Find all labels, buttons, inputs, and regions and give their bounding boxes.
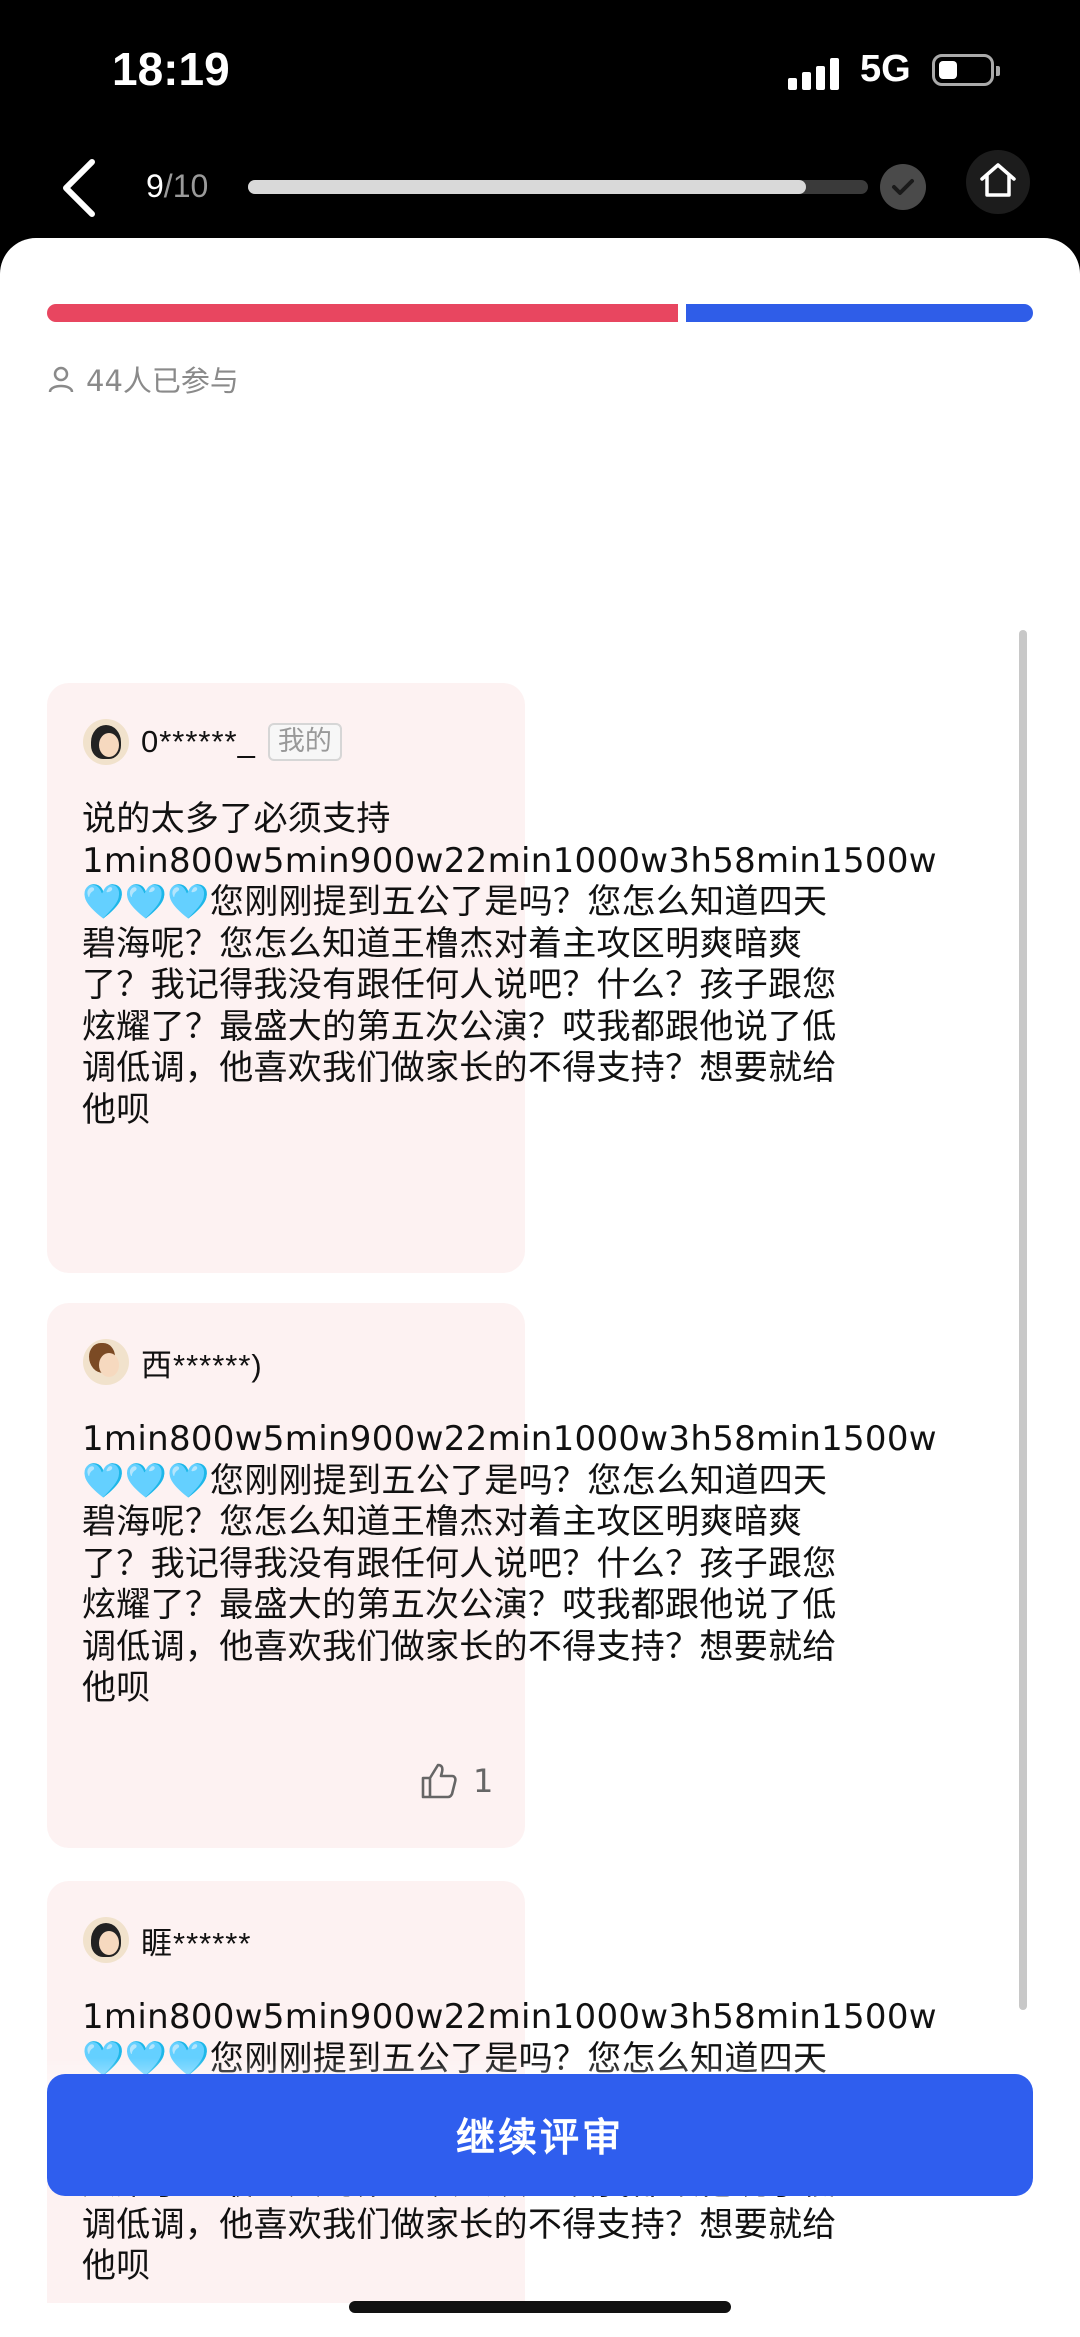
- like-button[interactable]: 1: [419, 1761, 493, 1801]
- network-type: 5G: [860, 48, 911, 90]
- continue-review-button[interactable]: 继续评审: [47, 2074, 1033, 2196]
- like-count: 1: [473, 1762, 494, 1800]
- comment-username: 0******_: [141, 724, 256, 759]
- comment-feed[interactable]: 0******_ 我的 说的太多了必须支持 1min800w5min900w22…: [0, 443, 1080, 2303]
- avatar[interactable]: [83, 719, 129, 765]
- progress-total: /10: [163, 168, 209, 204]
- signal-icon: [788, 56, 844, 90]
- thumbs-up-icon: [421, 1763, 457, 1799]
- review-sheet: 44人已参与 0******_ 我的 说的太多了必须支持 1min800w5mi…: [0, 238, 1080, 2337]
- comment-card: 西******) 1min800w5min900w22min1000w3h58m…: [47, 1303, 937, 1848]
- comment-card: 0******_ 我的 说的太多了必须支持 1min800w5min900w22…: [47, 683, 937, 1273]
- chevron-left-icon: [63, 159, 95, 217]
- avatar[interactable]: [83, 1917, 129, 1963]
- comment-text: 1min800w5min900w22min1000w3h58min1500w 🩵…: [82, 1419, 937, 1708]
- vote-bar-blue: [686, 304, 1033, 322]
- mine-badge: 我的: [267, 723, 342, 761]
- person-icon: [48, 366, 74, 393]
- progress-counter: 9/10: [146, 168, 208, 205]
- scrollbar[interactable]: [1019, 630, 1027, 2010]
- home-button[interactable]: [966, 150, 1030, 214]
- battery-icon: [932, 54, 1000, 86]
- participants-text: 44人已参与: [86, 364, 239, 398]
- comment-header: 西******): [83, 1339, 263, 1385]
- comment-header: 0******_ 我的: [83, 719, 342, 765]
- status-bar: 18:19 5G: [0, 0, 1080, 150]
- comment-username: 西******): [141, 1347, 263, 1383]
- participants-count: 44人已参与: [46, 358, 239, 400]
- progress-current: 9: [146, 168, 164, 204]
- progress-bar: [248, 180, 868, 194]
- avatar[interactable]: [83, 1339, 129, 1385]
- comment-header: 睚******: [83, 1917, 251, 1963]
- comment-username: 睚******: [141, 1925, 252, 1961]
- progress-fill: [248, 180, 806, 194]
- check-circle-icon: [880, 164, 926, 210]
- status-time: 18:19: [112, 43, 230, 95]
- top-nav: 9/10: [0, 150, 1080, 240]
- comment-text: 说的太多了必须支持 1min800w5min900w22min1000w3h58…: [82, 799, 937, 1130]
- home-indicator[interactable]: [349, 2301, 731, 2313]
- home-icon: [980, 163, 1016, 197]
- back-button[interactable]: [56, 156, 116, 236]
- vote-bar-red: [47, 304, 678, 322]
- vote-split-bar: [47, 304, 1033, 322]
